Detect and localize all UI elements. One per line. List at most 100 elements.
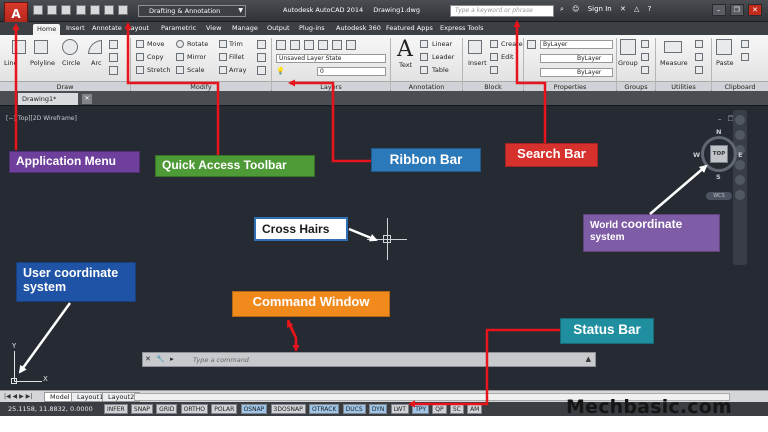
copy-label[interactable]: Copy <box>147 53 164 61</box>
tab-layout[interactable]: Layout <box>127 24 149 32</box>
tab-view[interactable]: View <box>206 24 221 32</box>
move-icon[interactable] <box>136 40 144 48</box>
move-label[interactable]: Move <box>147 40 164 48</box>
toggle-ducs[interactable]: DUCS <box>342 404 366 414</box>
toggle-infer[interactable]: INFER <box>104 404 128 414</box>
group-icon[interactable] <box>620 39 636 55</box>
tab-insert[interactable]: Insert <box>66 24 85 32</box>
toggle-3dosnap[interactable]: 3DOSNAP <box>270 404 306 414</box>
fillet-icon[interactable] <box>219 53 227 61</box>
minimize-icon[interactable]: – <box>718 115 722 123</box>
toggle-otrack[interactable]: OTRACK <box>308 404 340 414</box>
pan-icon[interactable] <box>735 130 745 140</box>
close-icon[interactable]: ✕ <box>748 4 762 16</box>
linear-label[interactable]: Linear <box>432 40 452 48</box>
showmotion-icon[interactable] <box>735 175 745 185</box>
save-icon[interactable] <box>61 5 72 15</box>
exchange-icon[interactable]: ✕ <box>620 5 626 13</box>
tab-plug-ins[interactable]: Plug-ins <box>299 24 325 32</box>
annotation-panel-title[interactable]: Annotation <box>391 81 462 91</box>
attribute-icon[interactable] <box>490 66 498 74</box>
open-file-icon[interactable] <box>47 5 58 15</box>
polyline-icon[interactable] <box>34 40 48 54</box>
toggle-lwt[interactable]: LWT <box>390 404 409 414</box>
leader-icon[interactable] <box>420 53 428 61</box>
create-label[interactable]: Create <box>501 40 523 48</box>
tab-express-tools[interactable]: Express Tools <box>440 24 483 32</box>
command-input[interactable]: Type a command <box>193 356 249 364</box>
select-all-icon[interactable] <box>695 66 703 74</box>
layout-nav-arrows-icon[interactable]: |◀ ◀ ▶ ▶| <box>4 393 32 400</box>
minimize-icon[interactable]: – <box>711 4 726 16</box>
circle-icon[interactable] <box>62 39 78 55</box>
recent-commands-icon[interactable]: ▸ <box>170 355 174 363</box>
mirror-icon[interactable] <box>176 53 184 61</box>
explode-icon[interactable] <box>257 53 266 62</box>
quick-calc-icon[interactable] <box>695 40 703 48</box>
layer-state-dropdown[interactable]: Unsaved Layer State <box>276 54 386 63</box>
leader-label[interactable]: Leader <box>432 53 454 61</box>
layers-panel-title[interactable]: Layers <box>272 81 390 91</box>
close-icon[interactable]: ✕ <box>82 94 92 104</box>
region-icon[interactable] <box>109 66 118 75</box>
stretch-label[interactable]: Stretch <box>147 66 170 74</box>
cut-icon[interactable] <box>741 40 749 48</box>
linetype-dropdown[interactable]: ByLayer <box>540 68 613 77</box>
rectangle-icon[interactable] <box>109 40 118 49</box>
array-label[interactable]: Array <box>229 66 247 74</box>
sign-in-link[interactable]: Sign In <box>588 5 612 13</box>
paste-icon[interactable] <box>716 39 732 55</box>
linear-dimension-icon[interactable] <box>420 40 428 48</box>
toggle-sc[interactable]: SC <box>449 404 464 414</box>
orbit-icon[interactable] <box>735 160 745 170</box>
toggle-am[interactable]: AM <box>467 404 483 414</box>
group-edit-icon[interactable] <box>641 53 649 61</box>
mirror-label[interactable]: Mirror <box>187 53 206 61</box>
layer-properties-icon[interactable] <box>276 40 286 50</box>
ungroup-icon[interactable] <box>641 40 649 48</box>
match-properties-icon[interactable] <box>527 40 536 49</box>
tab-featured-apps[interactable]: Featured Apps <box>386 24 433 32</box>
tab-output[interactable]: Output <box>267 24 290 32</box>
toggle-polar[interactable]: POLAR <box>211 404 238 414</box>
erase-icon[interactable] <box>257 40 266 49</box>
toggle-grid[interactable]: GRID <box>156 404 178 414</box>
help-icon[interactable]: ? <box>648 5 652 13</box>
compass-south-label[interactable]: S <box>716 173 721 181</box>
copy-icon[interactable] <box>136 53 144 61</box>
id-point-icon[interactable] <box>695 53 703 61</box>
save-as-icon[interactable] <box>75 5 86 15</box>
scale-icon[interactable] <box>176 66 184 74</box>
compass-east-label[interactable]: E <box>738 151 742 159</box>
trim-icon[interactable] <box>219 40 227 48</box>
rotate-label[interactable]: Rotate <box>187 40 208 48</box>
toggle-snap[interactable]: SNAP <box>130 404 153 414</box>
hatch-icon[interactable] <box>109 53 118 62</box>
restore-icon[interactable]: ❐ <box>729 4 744 16</box>
redo-icon[interactable] <box>118 5 129 15</box>
toggle-osnap[interactable]: OSNAP <box>240 404 268 414</box>
insert-block-icon[interactable] <box>468 40 482 54</box>
stretch-icon[interactable] <box>136 66 144 74</box>
undo-icon[interactable] <box>104 5 115 15</box>
tab-parametric[interactable]: Parametric <box>161 24 196 32</box>
utilities-panel-title[interactable]: Utilities <box>656 81 711 91</box>
line-icon[interactable] <box>12 40 26 54</box>
command-line[interactable]: ✕ 🔧 ▸ Type a command ▲ <box>142 352 596 367</box>
groups-panel-title[interactable]: Groups <box>617 81 655 91</box>
measure-icon[interactable] <box>664 41 682 53</box>
properties-panel-title[interactable]: Properties <box>524 81 616 91</box>
lineweight-dropdown[interactable]: ByLayer <box>540 54 613 63</box>
toggle-ortho[interactable]: ORTHO <box>180 404 208 414</box>
tab-annotate[interactable]: Annotate <box>92 24 122 32</box>
layer-isolate-icon[interactable] <box>304 40 314 50</box>
viewport-controls-label[interactable]: [−][Top][2D Wireframe] <box>6 115 77 122</box>
block-panel-title[interactable]: Block <box>463 81 523 91</box>
steering-wheel-icon[interactable] <box>735 115 745 125</box>
chevron-up-icon[interactable]: ▲ <box>586 355 591 363</box>
arc-icon[interactable] <box>88 40 102 54</box>
layer-off-icon[interactable] <box>332 40 342 50</box>
toggle-tpy[interactable]: TPY <box>412 404 430 414</box>
draw-panel-title[interactable]: Draw <box>0 81 130 91</box>
close-icon[interactable]: ✕ <box>145 355 151 363</box>
